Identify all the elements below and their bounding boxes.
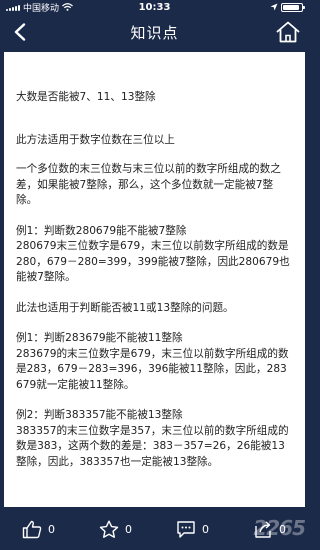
bottom-action-bar: 0 0 0 0 2265 xyxy=(0,508,309,550)
chevron-left-icon xyxy=(14,23,26,41)
article-card: 大数是否能被7、11、13整除 此方法适用于数字位数在三位以上 一个多位数的末三… xyxy=(4,52,305,507)
status-bar: 中国移动 10:33 xyxy=(0,0,309,14)
status-right xyxy=(183,2,305,12)
like-count: 0 xyxy=(48,522,55,536)
share-icon xyxy=(255,520,271,538)
paragraph: 此法也适用于判断能否被11或13整除的问题。 xyxy=(16,301,234,314)
paragraph: 例1：判断数280679能不能被7整除 xyxy=(16,224,187,237)
paragraph: 283679的末三位数字是679，末三位以前数字所组成的数是283，679－28… xyxy=(16,347,289,391)
comment-button[interactable]: 0 xyxy=(154,520,231,539)
location-icon xyxy=(270,3,278,11)
comment-icon xyxy=(177,520,195,538)
wifi-icon xyxy=(62,3,73,11)
article-title: 大数是否能被7、11、13整除 xyxy=(16,91,156,103)
home-icon xyxy=(276,21,300,43)
battery-icon xyxy=(281,2,305,12)
comment-count: 0 xyxy=(202,522,209,536)
paragraph: 例1：判断283679能不能被11整除 xyxy=(16,332,183,344)
share-count: 0 xyxy=(279,522,286,536)
back-button[interactable] xyxy=(8,20,32,44)
paragraph: 280679末三位数字是679，末三位以前数字所组成的数是280，679－280… xyxy=(16,240,290,283)
home-button[interactable] xyxy=(275,19,301,45)
paragraph: 此方法适用于数字位数在三位以上 xyxy=(16,133,175,146)
favorite-count: 0 xyxy=(125,522,132,536)
favorite-button[interactable]: 0 xyxy=(77,520,154,539)
paragraph: 383357的末三位数字是357，末三位以前的数字所组成的数是383，这两个数的… xyxy=(16,424,289,468)
status-left: 中国移动 xyxy=(6,1,126,14)
paragraph: 一个多位数的末三位数与末三位以前的数字所组成的数之差，如果能被7整除，那么，这个… xyxy=(16,163,281,206)
share-button[interactable]: 0 xyxy=(231,520,308,539)
battery-level xyxy=(283,4,300,10)
status-time: 10:33 xyxy=(138,1,171,13)
like-button[interactable]: 0 xyxy=(0,520,77,539)
signal-icon xyxy=(6,4,20,11)
star-icon xyxy=(99,520,119,538)
thumbs-up-icon xyxy=(22,520,42,538)
carrier-label: 中国移动 xyxy=(23,3,60,14)
nav-bar: 知识点 xyxy=(0,14,309,50)
page-title: 知识点 xyxy=(130,23,179,42)
paragraph: 例2：判断383357能不能被13整除 xyxy=(16,409,183,421)
